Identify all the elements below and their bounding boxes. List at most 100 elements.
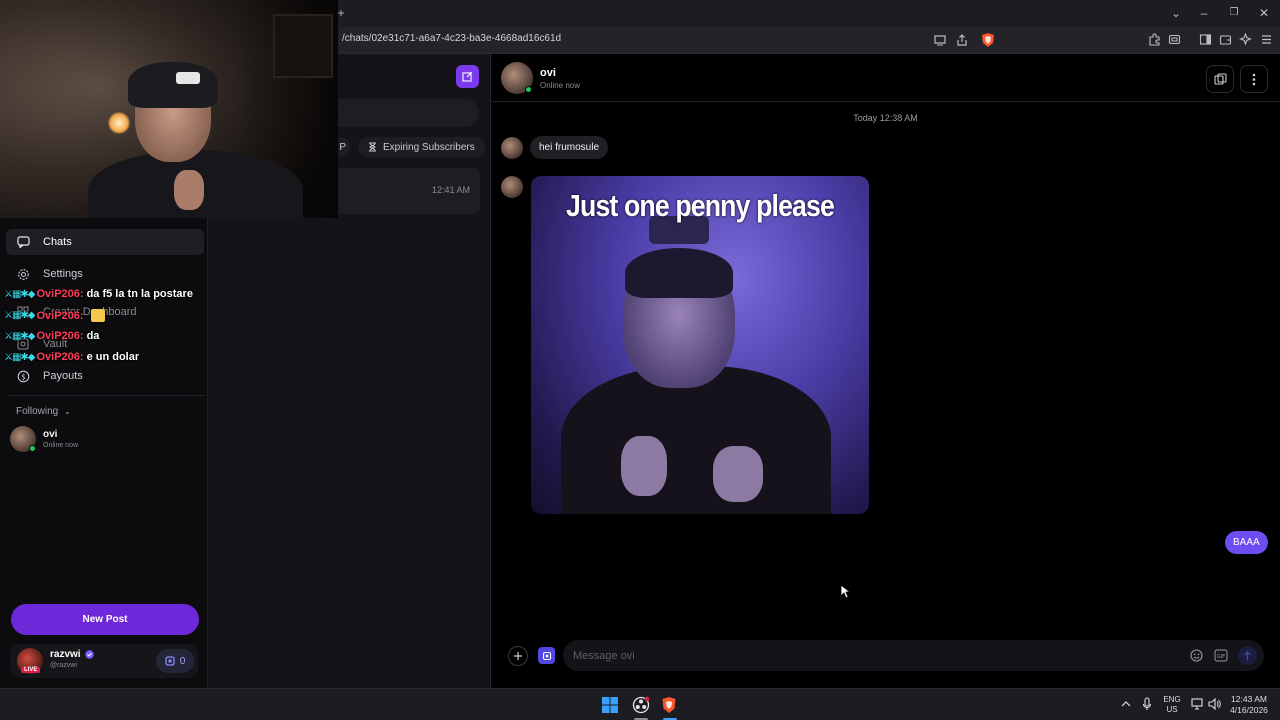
coin-count: 0 xyxy=(179,655,186,667)
user-name: razvwi xyxy=(50,649,81,660)
wallet-panel-icon[interactable] xyxy=(1219,33,1232,46)
chevron-down-icon: ⌄ xyxy=(64,407,71,416)
coin-balance-button[interactable]: 0 xyxy=(156,649,194,673)
share-icon[interactable] xyxy=(956,34,968,46)
following-status: Online now xyxy=(43,442,79,449)
sidebar-toggle-icon[interactable] xyxy=(1199,33,1212,46)
clock[interactable]: 12:43 AM 4/16/2026 xyxy=(1224,694,1274,716)
svg-text:GIF: GIF xyxy=(1217,654,1225,660)
obs-app-icon[interactable] xyxy=(632,696,650,714)
verified-badge-icon xyxy=(84,650,94,659)
new-post-button[interactable]: New Post xyxy=(11,604,199,635)
sidebar-item-chats[interactable]: Chats xyxy=(6,229,204,255)
media-caption: Just one penny please xyxy=(566,188,835,223)
leo-ai-icon[interactable] xyxy=(1239,33,1252,46)
message-avatar xyxy=(501,137,523,159)
minimize-button[interactable]: – xyxy=(1195,4,1213,22)
attach-button[interactable] xyxy=(508,646,528,666)
sidebar-item-label: Payouts xyxy=(43,370,83,382)
volume-icon[interactable] xyxy=(1208,698,1221,710)
hourglass-icon xyxy=(369,142,376,152)
contact-name[interactable]: ovi xyxy=(540,67,556,79)
extensions-icon[interactable] xyxy=(1148,33,1161,46)
svg-text:$: $ xyxy=(21,372,26,381)
chevron-up-icon[interactable] xyxy=(1121,700,1131,708)
stream-chat-line: ⚔▦✱◆ OviP206: da f5 la tn la postare xyxy=(4,288,193,300)
windows-start-icon[interactable] xyxy=(602,697,618,713)
sidebar-item-settings[interactable]: Settings xyxy=(6,261,204,287)
language-code: ENG xyxy=(1163,695,1181,704)
wallet-icon[interactable] xyxy=(1168,33,1181,46)
chat-icon xyxy=(16,235,30,249)
more-options-button[interactable] xyxy=(1240,65,1268,93)
chat-badges-icon: ⚔▦✱◆ xyxy=(4,330,36,342)
message-composer: GIF xyxy=(563,640,1264,671)
clock-date: 4/16/2026 xyxy=(1230,705,1268,715)
stream-chat-line: ⚔▦✱◆ OviP206: da xyxy=(4,330,99,342)
tip-button[interactable] xyxy=(538,647,555,664)
brave-shields-icon[interactable] xyxy=(980,32,996,48)
live-badge: LIVE xyxy=(21,667,41,673)
following-toggle[interactable]: Following ⌄ xyxy=(16,406,71,417)
media-message[interactable]: Just one penny please xyxy=(531,176,869,514)
brave-browser-icon[interactable] xyxy=(661,696,677,714)
region-code: US xyxy=(1166,705,1178,714)
sidebar-item-label: Chats xyxy=(43,236,72,248)
compose-message-button[interactable] xyxy=(456,65,479,88)
filter-chip-expiring-subscribers[interactable]: Expiring Subscribers xyxy=(358,137,485,157)
emoji-icon[interactable] xyxy=(1190,649,1203,662)
following-label: Following xyxy=(16,406,59,417)
chat-badges-icon: ⚔▦✱◆ xyxy=(4,288,36,300)
chat-username: OviP206: xyxy=(36,288,84,300)
chat-username: OviP206: xyxy=(36,309,84,322)
cast-icon[interactable] xyxy=(934,34,946,46)
outgoing-message: BAAA xyxy=(1225,531,1268,554)
emote-icon xyxy=(90,309,105,322)
sidebar-divider xyxy=(8,395,204,396)
kebab-menu-icon xyxy=(1252,73,1256,85)
message-input[interactable] xyxy=(573,640,1173,671)
plus-icon xyxy=(514,652,522,660)
microphone-icon[interactable] xyxy=(1142,697,1152,711)
following-name: ovi xyxy=(43,429,58,440)
clock-time: 12:43 AM xyxy=(1231,694,1267,704)
filter-chip-label: P xyxy=(339,141,346,153)
webcam-overlay xyxy=(0,0,338,218)
coin-icon xyxy=(165,656,175,666)
day-stamp: Today 12:38 AM xyxy=(853,113,918,123)
gallery-button[interactable] xyxy=(1206,65,1234,93)
gallery-icon xyxy=(1213,72,1227,85)
menu-icon[interactable] xyxy=(1260,33,1273,46)
contact-status: Online now xyxy=(540,81,581,90)
chat-search-input[interactable] xyxy=(338,99,479,127)
send-button[interactable] xyxy=(1238,646,1257,665)
chat-row-time: 12:41 AM xyxy=(432,185,471,195)
user-handle: @razvwi xyxy=(50,662,77,669)
chat-badges-icon: ⚔▦✱◆ xyxy=(4,310,36,321)
online-indicator xyxy=(29,445,36,452)
stream-chat-line: ⚔▦✱◆ OviP206: xyxy=(4,309,105,322)
tab-search-icon[interactable]: ⌄ xyxy=(1167,4,1185,22)
arrow-up-icon xyxy=(1244,650,1251,660)
network-icon[interactable] xyxy=(1191,698,1205,710)
mouse-cursor-icon xyxy=(840,584,850,599)
chat-username: OviP206: xyxy=(36,351,84,363)
chat-message: da xyxy=(86,330,100,342)
dollar-icon: $ xyxy=(16,369,30,383)
gif-icon[interactable]: GIF xyxy=(1214,649,1228,662)
chat-badges-icon: ⚔▦✱◆ xyxy=(4,351,36,363)
following-item-ovi[interactable]: ovi Online now xyxy=(10,426,200,456)
chat-message: e un dolar xyxy=(86,351,140,363)
conversation-header xyxy=(491,54,1280,102)
filter-chip-label: Expiring Subscribers xyxy=(383,141,475,153)
restore-button[interactable]: ❐ xyxy=(1225,4,1243,22)
chat-message: da f5 la tn la postare xyxy=(86,288,193,300)
close-window-button[interactable]: ✕ xyxy=(1255,4,1273,22)
user-name-row: razvwi xyxy=(50,649,94,660)
url-text[interactable]: /chats/02e31c71-a6a7-4c23-ba3e-4668ad16c… xyxy=(342,33,561,44)
chat-username: OviP206: xyxy=(36,330,84,342)
sidebar-item-payouts[interactable]: $ Payouts xyxy=(6,363,204,389)
compose-icon xyxy=(462,71,473,82)
language-indicator[interactable]: ENG US xyxy=(1161,695,1183,715)
coin-icon xyxy=(542,651,551,660)
